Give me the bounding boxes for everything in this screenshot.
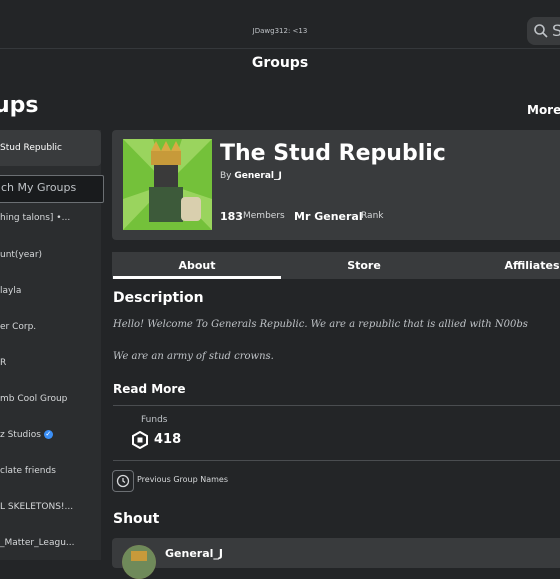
previous-names-label[interactable]: Previous Group Names (137, 475, 228, 484)
description-heading: Description (113, 290, 204, 306)
group-emblem[interactable] (123, 139, 212, 230)
divider (113, 460, 560, 461)
sidebar-item[interactable]: clate friends (0, 466, 56, 476)
sidebar-item[interactable]: layla (0, 286, 21, 296)
history-icon (116, 474, 130, 488)
previous-names-button[interactable] (112, 470, 134, 492)
description-line: Hello! Welcome To Generals Republic. We … (113, 319, 528, 330)
avatar[interactable] (122, 545, 156, 579)
members-count: 183 (220, 210, 243, 223)
rank-label: Rank (361, 211, 384, 221)
funds-value: 418 (154, 432, 182, 447)
sidebar-item[interactable]: hing talons] •... (0, 213, 70, 223)
sidebar-item-verified[interactable]: z Studios ✓ (0, 430, 53, 440)
tab-affiliates[interactable]: Affiliates (447, 259, 560, 272)
sidebar-item[interactable]: mb Cool Group (0, 394, 67, 404)
nav-title: Groups (251, 55, 309, 71)
sidebar-item[interactable]: R (0, 358, 6, 368)
search-groups-placeholder: ch My Groups (1, 181, 77, 194)
search-groups-input[interactable]: ch My Groups (0, 175, 104, 203)
group-owner-line: By General_J (220, 171, 282, 181)
active-tab-indicator (113, 276, 281, 279)
tab-about[interactable]: About (113, 259, 281, 272)
group-emblem-image (123, 139, 212, 230)
search-label: S (552, 21, 560, 40)
rank-value: Mr General (294, 210, 363, 223)
members-label: Members (243, 211, 285, 221)
user-status-label: JDawg312: <13 (252, 27, 308, 35)
shout-poster-name[interactable]: General_J (165, 547, 223, 560)
owner-link[interactable]: General_J (234, 171, 281, 181)
sidebar-item[interactable]: unt(year) (0, 250, 42, 260)
group-name: The Stud Republic (220, 141, 446, 166)
sidebar-item[interactable]: _Matter_Leagu... (0, 538, 74, 548)
search-icon (534, 24, 548, 38)
robux-icon (131, 430, 149, 450)
funds-label: Funds (141, 415, 168, 425)
sidebar-item-label[interactable]: Stud Republic (0, 143, 62, 153)
search-button[interactable]: S (527, 17, 560, 45)
sidebar-item-label: z Studios (0, 430, 41, 440)
owner-prefix: By (220, 171, 232, 181)
description-line: We are an army of stud crowns. (113, 351, 274, 362)
read-more-button[interactable]: Read More (113, 382, 186, 396)
more-button[interactable]: More (527, 103, 560, 117)
top-bar (0, 0, 560, 49)
verified-icon: ✓ (43, 430, 53, 439)
sidebar-item[interactable]: er Corp. (0, 322, 36, 332)
page-title: ups (0, 93, 39, 118)
divider (113, 405, 560, 406)
sidebar-item[interactable]: L SKELETONS!... (0, 502, 73, 512)
shout-heading: Shout (113, 511, 160, 527)
tab-store[interactable]: Store (281, 259, 447, 272)
